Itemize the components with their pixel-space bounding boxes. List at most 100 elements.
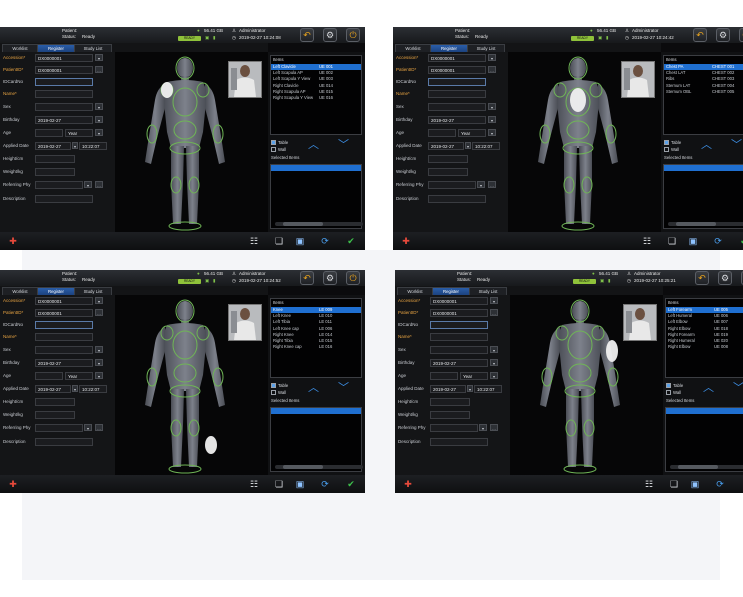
checkmark-icon[interactable]: ✔	[737, 235, 743, 247]
selected-items-list[interactable]	[270, 164, 363, 229]
calendar-icon[interactable]: ▾	[72, 142, 78, 149]
wall-option[interactable]: Wall	[271, 147, 286, 153]
table-option[interactable]: Table	[271, 383, 288, 389]
power-icon[interactable]: ⏻	[346, 28, 360, 42]
wall-option[interactable]: Wall	[664, 147, 679, 153]
scrollbar[interactable]	[275, 465, 363, 469]
birthday-input[interactable]: 2019-02-27	[428, 116, 486, 124]
emergency-icon[interactable]: ✚	[399, 235, 413, 247]
id-card-input[interactable]	[430, 321, 488, 329]
description-input[interactable]	[35, 438, 93, 446]
list-item[interactable]: Right Elbow UE 008	[666, 344, 743, 350]
accession-input[interactable]: DX0000001	[35, 297, 93, 305]
chevron-down-icon[interactable]: ▾	[95, 372, 103, 379]
items-list[interactable]: Items Knee LE 009 Left Knee LE 010 Left Tibi…	[270, 298, 362, 378]
description-input[interactable]	[35, 195, 93, 203]
checkmark-icon[interactable]: ✔	[344, 235, 358, 247]
scroll-thumb[interactable]	[283, 465, 323, 469]
patient-id-input[interactable]: DX0000001	[428, 66, 486, 74]
patient-id-input[interactable]: DX0000001	[430, 309, 488, 317]
referring-input[interactable]	[428, 181, 476, 189]
gear-icon[interactable]: ⚙	[718, 271, 732, 285]
patient-id-button[interactable]: …	[95, 66, 103, 73]
chevron-down-icon[interactable]: ▾	[95, 129, 103, 136]
radio-wall-icon[interactable]	[666, 390, 671, 396]
move-up-icon[interactable]: ︿	[701, 140, 712, 151]
applied-time-input[interactable]: 10:22:07	[472, 142, 500, 150]
checkmark-icon[interactable]: ✔	[739, 478, 743, 490]
id-card-input[interactable]	[35, 78, 93, 86]
age-unit-select[interactable]: Year	[460, 372, 488, 380]
age-unit-select[interactable]: Year	[458, 129, 486, 137]
chevron-down-icon[interactable]: ▾	[84, 424, 92, 431]
name-input[interactable]	[428, 90, 486, 98]
refresh-icon[interactable]: ⟳	[318, 235, 332, 247]
table-option[interactable]: Table	[664, 140, 681, 146]
selected-items-list[interactable]	[270, 407, 363, 472]
referring-add-button[interactable]: …	[490, 424, 498, 431]
name-input[interactable]	[430, 333, 488, 341]
table-option[interactable]: Table	[271, 140, 288, 146]
calendar-icon[interactable]: ▾	[467, 385, 473, 392]
applied-date-input[interactable]: 2019-02-27	[35, 142, 71, 150]
refresh-icon[interactable]: ⟳	[713, 478, 727, 490]
weight-input[interactable]	[35, 411, 75, 419]
scroll-thumb[interactable]	[283, 222, 323, 226]
folder-icon[interactable]: ❏	[664, 235, 680, 247]
radio-wall-icon[interactable]	[271, 147, 276, 153]
move-down-icon[interactable]: ﹀	[731, 140, 742, 151]
referring-input[interactable]	[35, 424, 83, 432]
move-up-icon[interactable]: ︿	[308, 383, 319, 394]
back-arrow-icon[interactable]: ↶	[695, 271, 709, 285]
radio-table-icon[interactable]	[271, 383, 276, 389]
accession-dropdown[interactable]: ▾	[95, 297, 103, 304]
chevron-down-icon[interactable]: ▾	[490, 346, 498, 353]
list-item[interactable]: Right Knee cap LE 016	[271, 344, 361, 350]
sex-select[interactable]	[35, 103, 93, 111]
move-up-icon[interactable]: ︿	[703, 383, 714, 394]
weight-input[interactable]	[430, 411, 470, 419]
back-arrow-icon[interactable]: ↶	[693, 28, 707, 42]
birthday-input[interactable]: 2019-02-27	[35, 359, 93, 367]
referring-add-button[interactable]: …	[95, 181, 103, 188]
height-input[interactable]	[35, 398, 75, 406]
birthday-input[interactable]: 2019-02-27	[35, 116, 93, 124]
radio-wall-icon[interactable]	[271, 390, 276, 396]
move-up-icon[interactable]: ︿	[308, 140, 319, 151]
scroll-thumb[interactable]	[676, 222, 716, 226]
back-arrow-icon[interactable]: ↶	[300, 271, 314, 285]
applied-time-input[interactable]: 10:22:07	[79, 142, 107, 150]
name-input[interactable]	[35, 333, 93, 341]
gear-icon[interactable]: ⚙	[716, 28, 730, 42]
birthday-input[interactable]: 2019-02-27	[430, 359, 488, 367]
height-input[interactable]	[35, 155, 75, 163]
referring-add-button[interactable]: …	[95, 424, 103, 431]
move-down-icon[interactable]: ﹀	[338, 383, 349, 394]
calendar-icon[interactable]: ▾	[72, 385, 78, 392]
applied-time-input[interactable]: 10:22:07	[474, 385, 502, 393]
chevron-down-icon[interactable]: ▾	[488, 103, 496, 110]
list-check-icon[interactable]: ☷	[640, 235, 654, 247]
accession-input[interactable]: DX0000001	[35, 54, 93, 62]
folder-icon[interactable]: ❏	[271, 478, 287, 490]
refresh-icon[interactable]: ⟳	[711, 235, 725, 247]
sex-select[interactable]	[428, 103, 486, 111]
image-icon[interactable]: ▣	[292, 235, 308, 247]
table-option[interactable]: Table	[666, 383, 683, 389]
items-list[interactable]: Items Left Clavicle UE 001 Left Scapula AP…	[270, 55, 362, 135]
gear-icon[interactable]: ⚙	[323, 271, 337, 285]
referring-input[interactable]	[430, 424, 478, 432]
radio-table-icon[interactable]	[666, 383, 671, 389]
age-input[interactable]	[35, 372, 63, 380]
list-item[interactable]: Sternum OBL CHEST 005	[664, 89, 743, 95]
items-list[interactable]: Items Chest PA CHEST 001 Chest LAT CHEST 00…	[663, 55, 743, 135]
gear-icon[interactable]: ⚙	[323, 28, 337, 42]
referring-input[interactable]	[35, 181, 83, 189]
patient-id-button[interactable]: …	[95, 309, 103, 316]
calendar-icon[interactable]: ▾	[465, 142, 471, 149]
height-input[interactable]	[430, 398, 470, 406]
calendar-icon[interactable]: ▾	[490, 359, 498, 366]
refresh-icon[interactable]: ⟳	[318, 478, 332, 490]
patient-id-button[interactable]: …	[488, 66, 496, 73]
chevron-down-icon[interactable]: ▾	[477, 181, 485, 188]
